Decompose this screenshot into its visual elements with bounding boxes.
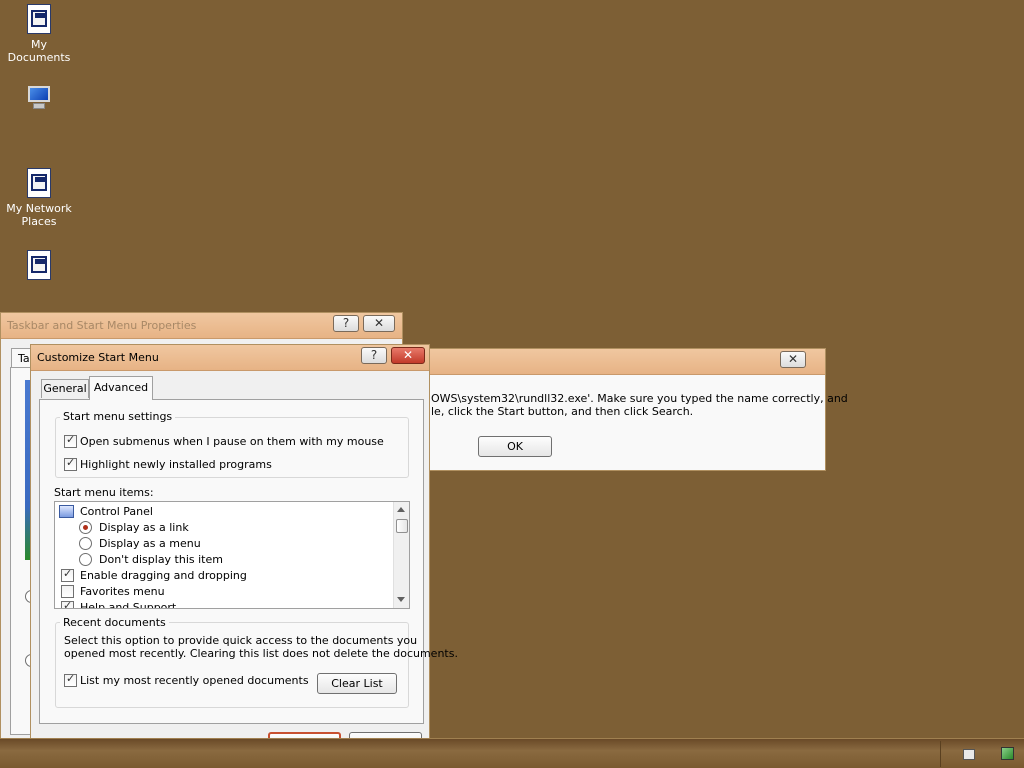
desktop-icon-document[interactable]: [3, 250, 75, 284]
tab-panel-advanced: Start menu settings Open submenus when I…: [39, 399, 458, 724]
close-icon: ✕: [402, 348, 414, 362]
error-message-line1: OWS\system32\rundll32.exe'. Make sure yo…: [431, 392, 848, 405]
document-icon: [27, 250, 51, 280]
help-button[interactable]: ?: [333, 315, 359, 332]
list-item[interactable]: Enable dragging and dropping: [80, 569, 247, 582]
list-item[interactable]: Display as a link: [99, 521, 189, 534]
scroll-up-arrow-icon[interactable]: [397, 507, 405, 512]
list-item[interactable]: Help and Support: [80, 601, 176, 608]
window-title: Taskbar and Start Menu Properties: [7, 319, 197, 332]
error-message-line2: le, click the Start button, and then cli…: [431, 405, 694, 418]
help-button[interactable]: ?: [361, 347, 387, 364]
scroll-down-arrow-icon[interactable]: [397, 597, 405, 602]
scrollbar-thumb[interactable]: [396, 519, 408, 533]
desktop-icon-my-documents[interactable]: My Documents: [3, 4, 75, 64]
customize-title-bar: Customize Start Menu ? ✕: [31, 345, 429, 371]
list-recent-documents-label: List my most recently opened documents: [80, 674, 309, 687]
group-label: Recent documents: [60, 616, 169, 629]
close-icon: ✕: [373, 316, 385, 330]
list-item[interactable]: Don't display this item: [99, 553, 223, 566]
tab-label: Ta: [18, 352, 30, 365]
list-item[interactable]: Display as a menu: [99, 537, 201, 550]
list-recent-documents-checkbox[interactable]: [64, 672, 77, 687]
recent-description-line1: Select this option to provide quick acce…: [64, 634, 418, 647]
help-icon: ?: [370, 348, 378, 362]
customize-start-menu-dialog: Customize Start Menu ? ✕ General Advance…: [30, 344, 458, 762]
help-support-checkbox[interactable]: [61, 599, 74, 608]
help-icon: ?: [342, 316, 350, 330]
document-icon: [27, 168, 51, 198]
highlight-programs-checkbox[interactable]: [64, 456, 77, 471]
tab-advanced[interactable]: Advanced: [89, 376, 153, 400]
group-label: Start menu settings: [60, 410, 176, 423]
display-as-menu-radio[interactable]: [79, 537, 92, 550]
keyboard-tray-icon[interactable]: [963, 749, 975, 760]
scrollbar[interactable]: [393, 502, 409, 608]
tab-label: Advanced: [93, 381, 149, 394]
error-dialog-title-bar: ✕: [406, 349, 825, 375]
start-menu-items-list[interactable]: Control Panel Display as a link Display …: [54, 501, 410, 609]
close-button[interactable]: ✕: [780, 351, 806, 368]
error-dialog: ✕ OWS\system32\rundll32.exe'. Make sure …: [405, 348, 848, 471]
open-submenus-checkbox[interactable]: [64, 433, 77, 448]
desktop-icon-label: My Documents: [7, 38, 71, 64]
display-as-link-radio[interactable]: [79, 521, 92, 534]
favorites-menu-checkbox[interactable]: [61, 585, 74, 598]
tab-label: General: [43, 382, 87, 395]
document-icon: [27, 4, 51, 34]
desktop-icon-label: My Network Places: [6, 202, 72, 228]
network-tray-icon[interactable]: [1001, 747, 1014, 760]
control-panel-icon: [59, 505, 74, 518]
clear-list-button[interactable]: Clear List: [317, 673, 397, 694]
desktop-icon-my-computer[interactable]: [3, 86, 75, 110]
list-item[interactable]: Control Panel: [80, 505, 153, 518]
taskbar: [0, 738, 1024, 768]
open-submenus-label: Open submenus when I pause on them with …: [80, 435, 384, 448]
enable-dragging-checkbox[interactable]: [61, 567, 74, 582]
window-title: Customize Start Menu: [37, 351, 159, 364]
close-icon: ✕: [787, 352, 799, 366]
tab-general[interactable]: General: [41, 379, 89, 398]
list-item[interactable]: Favorites menu: [80, 585, 165, 598]
error-ok-button[interactable]: OK: [478, 436, 552, 457]
recent-description-line2: opened most recently. Clearing this list…: [64, 647, 458, 660]
close-button[interactable]: ✕: [363, 315, 395, 332]
taskbar-properties-title-bar: Taskbar and Start Menu Properties ? ✕: [1, 313, 402, 339]
computer-icon: [25, 86, 53, 110]
desktop-icon-my-network-places[interactable]: My Network Places: [3, 168, 75, 228]
start-menu-items-label: Start menu items:: [54, 486, 154, 499]
dont-display-radio[interactable]: [79, 553, 92, 566]
close-button[interactable]: ✕: [391, 347, 425, 364]
highlight-programs-label: Highlight newly installed programs: [80, 458, 272, 471]
